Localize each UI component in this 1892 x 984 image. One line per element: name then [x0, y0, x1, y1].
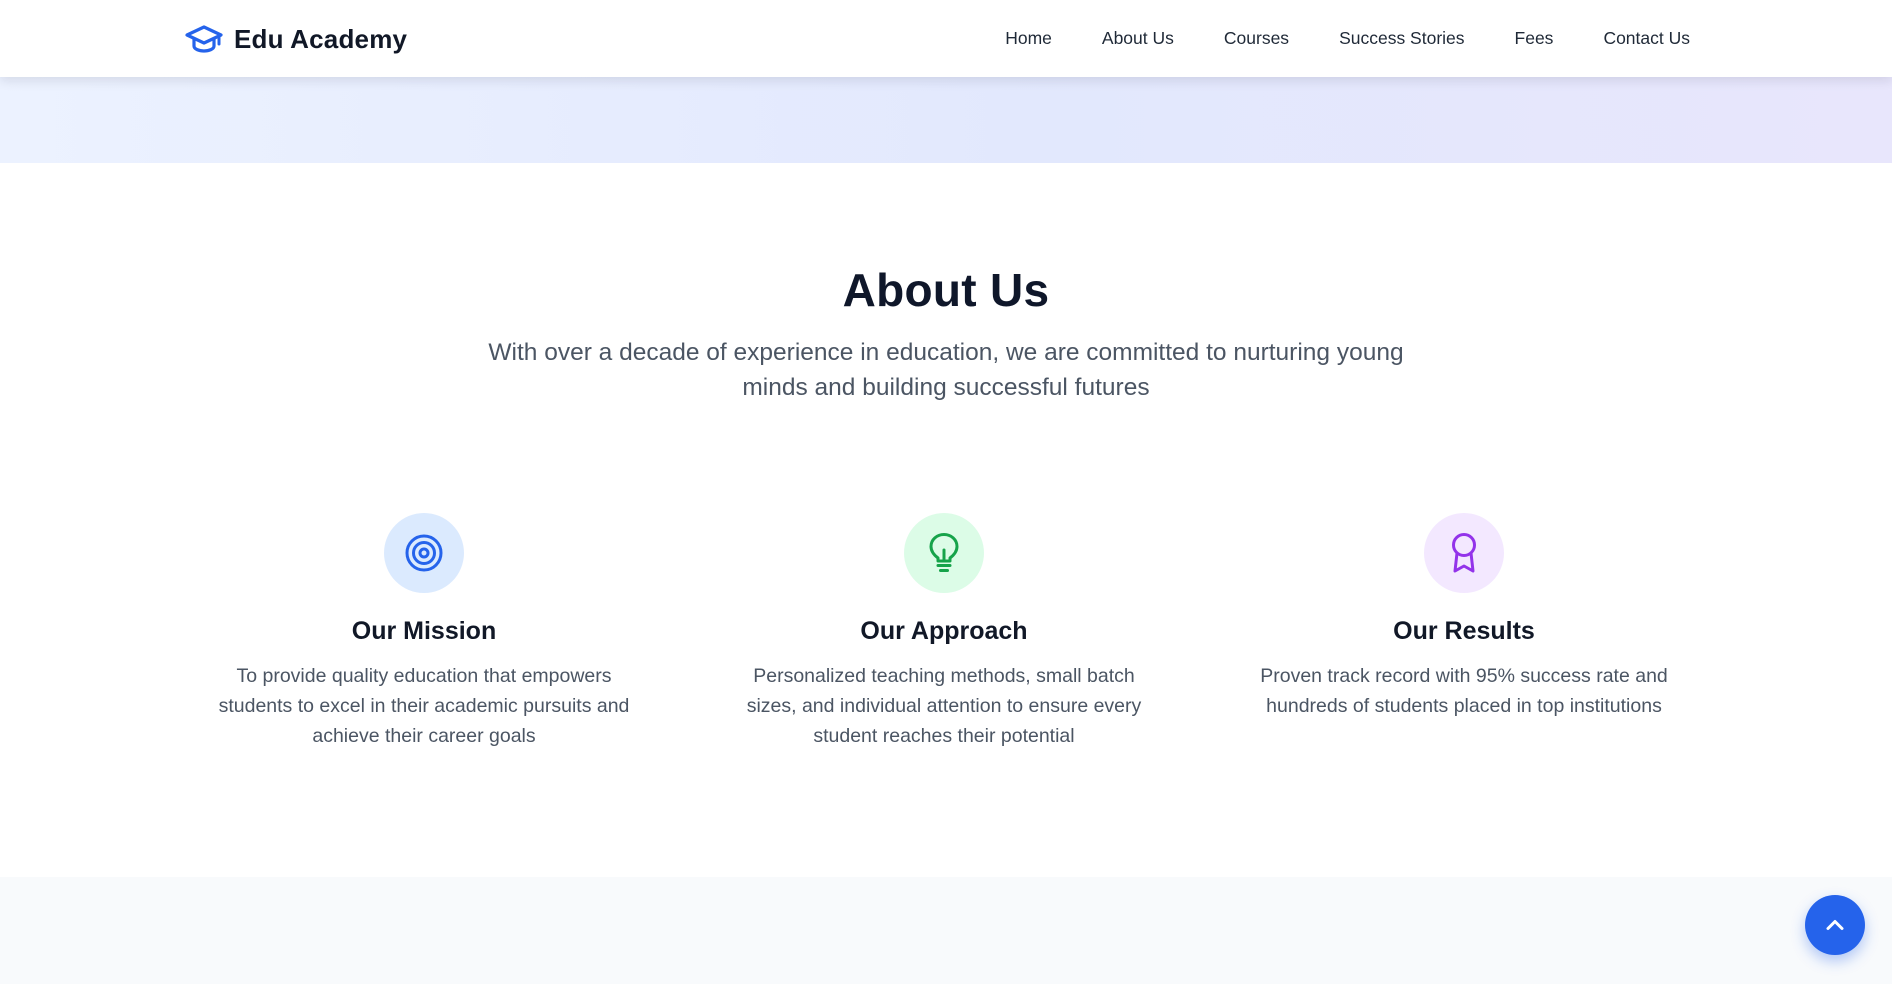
nav-link-home[interactable]: Home — [1005, 28, 1052, 49]
approach-icon-badge — [904, 513, 984, 593]
results-icon-badge — [1424, 513, 1504, 593]
lightbulb-icon — [926, 532, 962, 574]
nav-link-contact-us[interactable]: Contact Us — [1603, 28, 1690, 49]
results-card: Our Results Proven track record with 95%… — [1244, 513, 1684, 721]
chevron-up-icon — [1823, 913, 1847, 937]
brand-name: Edu Academy — [234, 23, 408, 54]
section-title: About Us — [842, 264, 1050, 316]
mission-icon-badge — [384, 513, 464, 593]
page: Edu Academy Home About Us Courses Succes… — [0, 0, 1892, 984]
section-subtitle: With over a decade of experience in educ… — [488, 339, 1404, 401]
next-section — [0, 877, 1892, 984]
hero-section-bottom — [0, 77, 1892, 163]
mission-card: Our Mission To provide quality education… — [204, 513, 644, 751]
nav-link-courses[interactable]: Courses — [1224, 28, 1289, 49]
nav-link-success-stories[interactable]: Success Stories — [1339, 28, 1464, 49]
card-text: To provide quality education that empowe… — [218, 665, 630, 747]
navbar: Edu Academy Home About Us Courses Succes… — [0, 0, 1892, 77]
main-nav: Home About Us Courses Success Stories Fe… — [1005, 0, 1690, 77]
nav-link-about-us[interactable]: About Us — [1102, 28, 1174, 49]
approach-card: Our Approach Personalized teaching metho… — [724, 513, 1164, 751]
card-text: Proven track record with 95% success rat… — [1260, 665, 1668, 717]
target-icon — [404, 533, 444, 573]
card-title: Our Mission — [351, 617, 497, 645]
card-text: Personalized teaching methods, small bat… — [746, 665, 1142, 747]
about-section: About Us With over a decade of experienc… — [0, 163, 1892, 877]
brand-logo-link[interactable]: Edu Academy — [185, 19, 407, 59]
card-title: Our Approach — [860, 617, 1028, 645]
award-icon — [1448, 532, 1480, 574]
graduation-cap-icon — [185, 24, 223, 54]
nav-link-fees[interactable]: Fees — [1515, 28, 1554, 49]
about-cards: Our Mission To provide quality education… — [0, 513, 1892, 773]
card-title: Our Results — [1393, 617, 1535, 645]
scroll-to-top-button[interactable] — [1805, 895, 1865, 955]
